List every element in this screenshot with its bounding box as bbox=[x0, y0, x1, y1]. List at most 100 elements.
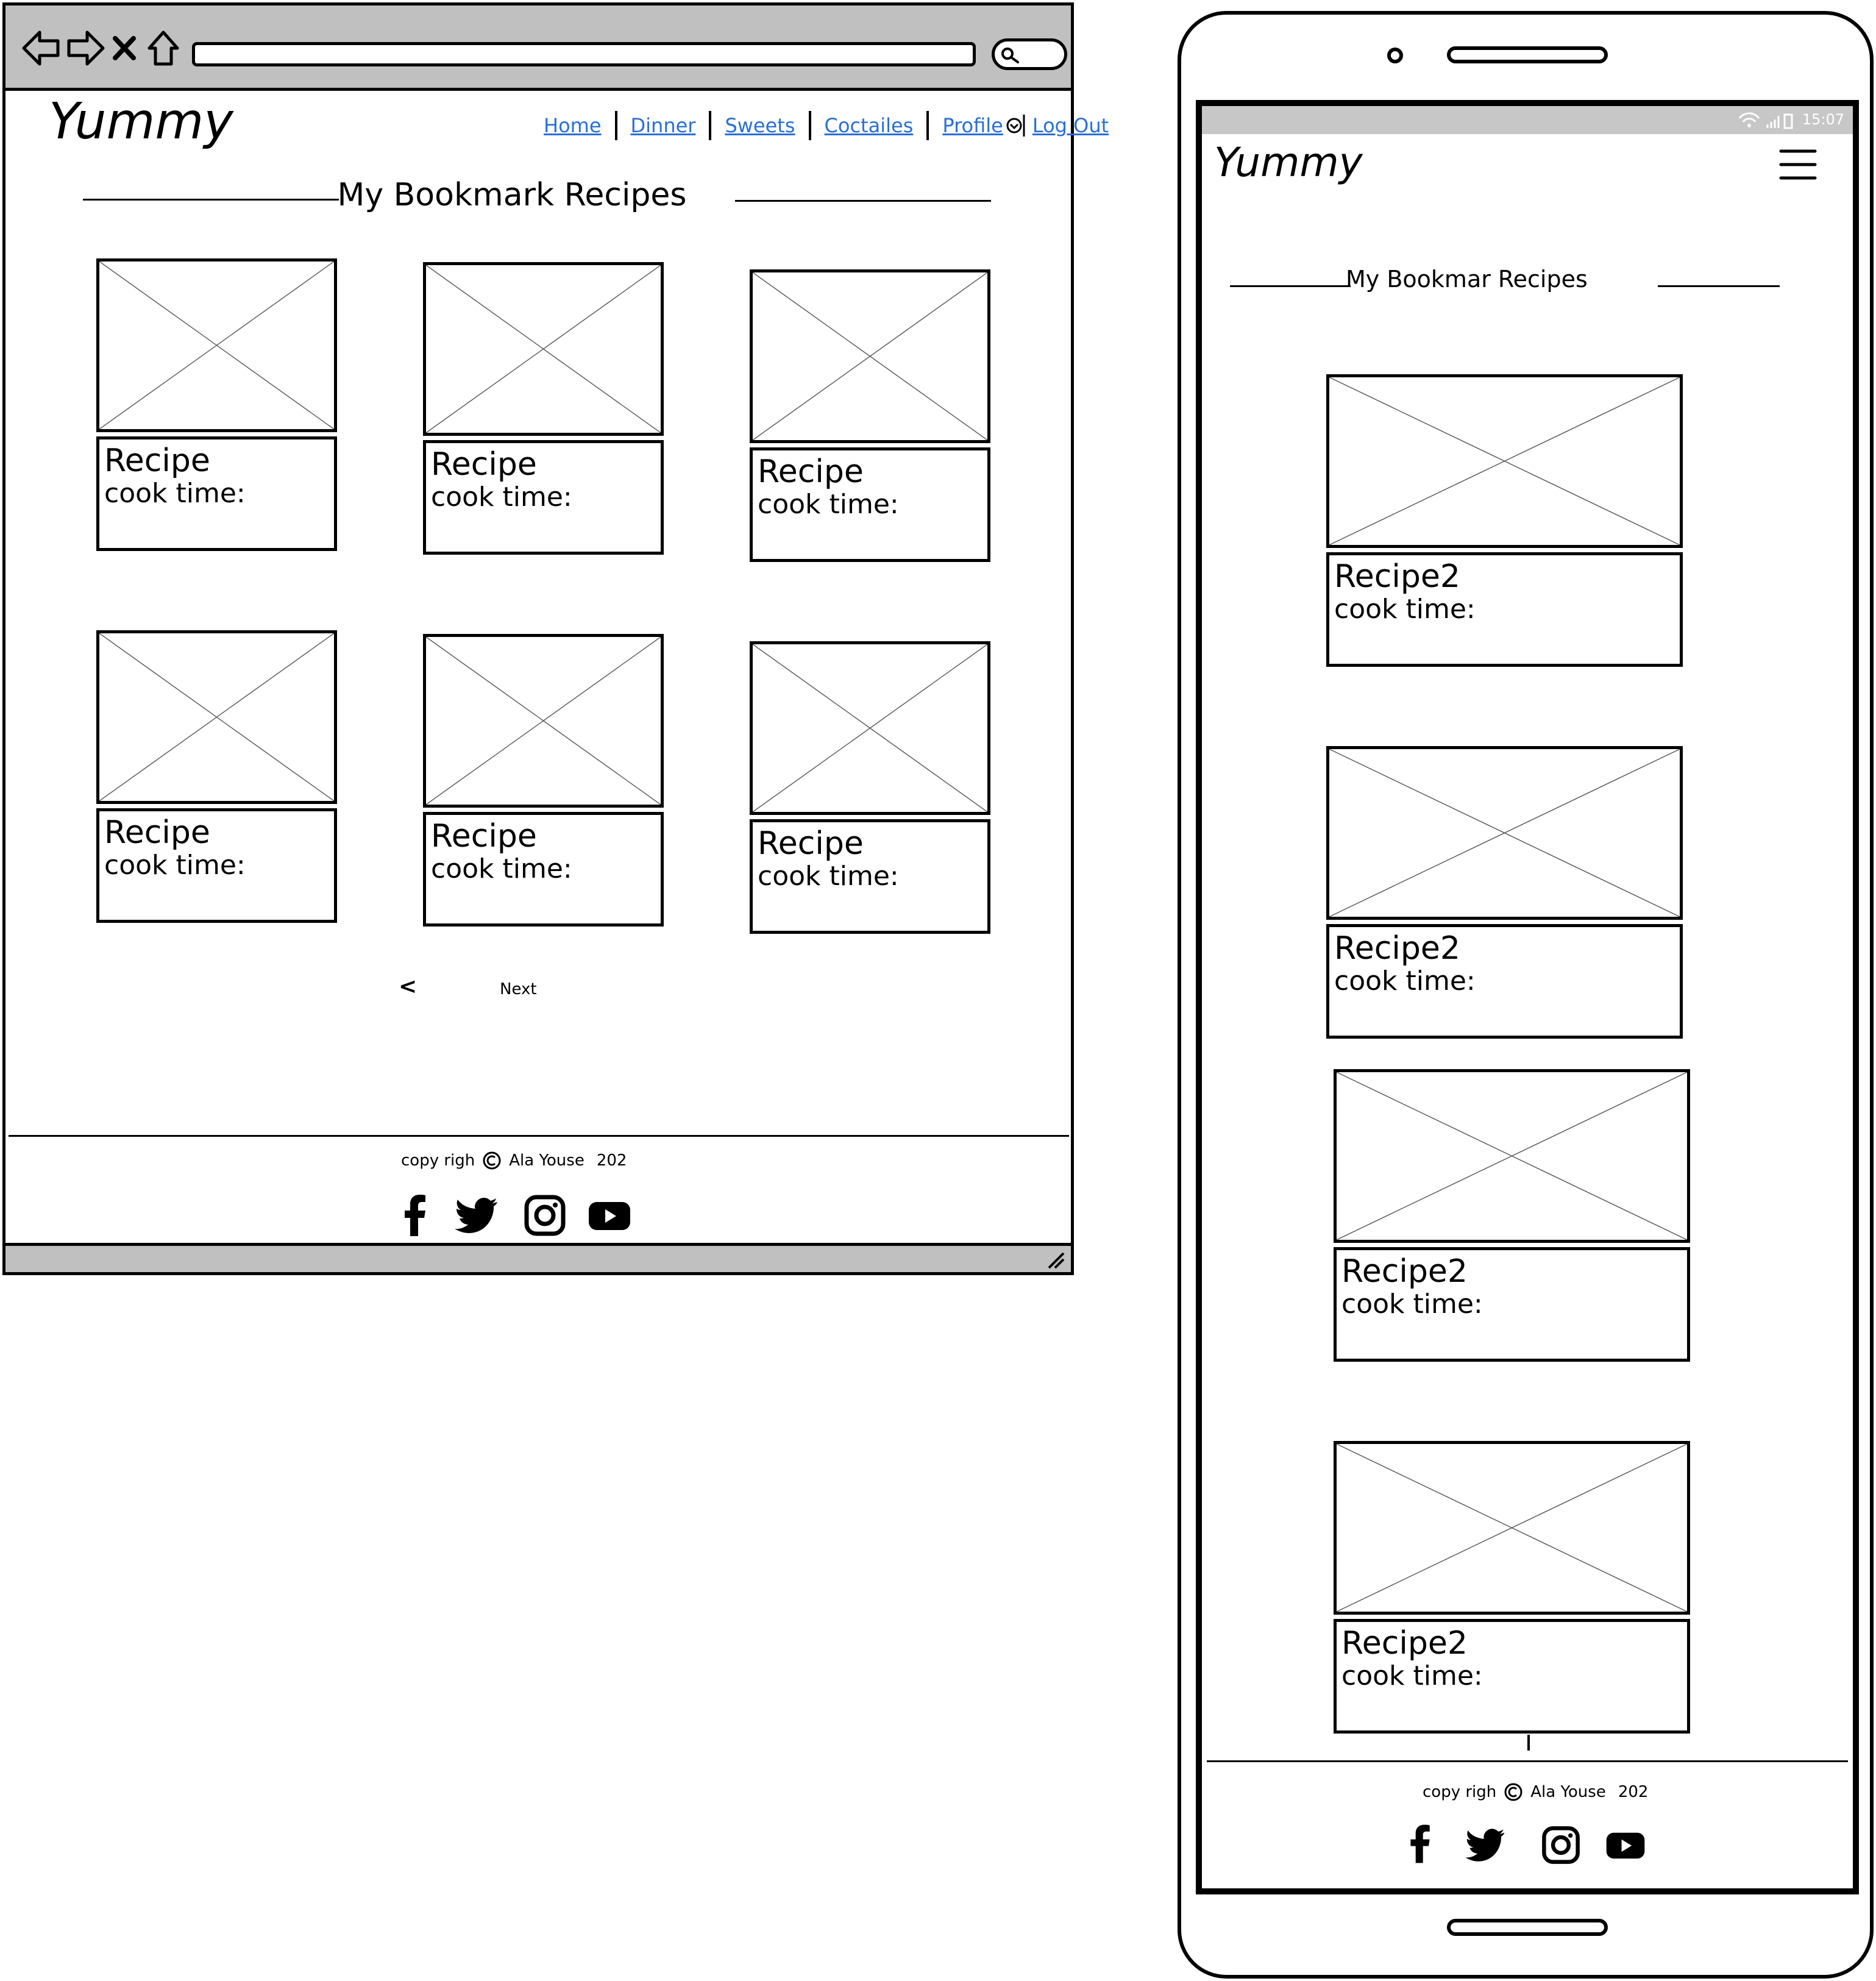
page-title: My Bookmark Recipes bbox=[337, 177, 687, 213]
recipe-card[interactable]: Recipe cook time: bbox=[96, 630, 337, 923]
facebook-icon[interactable] bbox=[1399, 1823, 1442, 1865]
recipe-cook-time: cook time: bbox=[1341, 1289, 1483, 1320]
copyright-author: Ala Youse bbox=[1530, 1783, 1606, 1801]
mobile-footer-divider bbox=[1207, 1760, 1848, 1762]
browser-search-field[interactable] bbox=[992, 38, 1067, 70]
footer-divider bbox=[9, 1135, 1069, 1137]
nav-log-out[interactable]: Log Out bbox=[1026, 114, 1122, 137]
recipe-card-body: Recipe cook time: bbox=[423, 440, 664, 555]
twitter-icon[interactable] bbox=[1465, 1824, 1508, 1866]
mobile-footer-copyright: copy righ Ala Youse 202 bbox=[1423, 1782, 1648, 1802]
recipe-card-body: Recipe cook time: bbox=[750, 447, 990, 562]
copyright-year: 202 bbox=[596, 1151, 627, 1170]
browser-toolbar bbox=[5, 5, 1071, 91]
recipe-title: Recipe bbox=[431, 818, 537, 855]
twitter-icon[interactable] bbox=[455, 1192, 501, 1239]
recipe-title: Recipe2 bbox=[1334, 558, 1460, 595]
recipe-title: Recipe2 bbox=[1334, 930, 1460, 967]
signal-icons bbox=[1738, 112, 1793, 129]
mobile-recipe-card[interactable]: Recipe2 cook time: bbox=[1334, 1069, 1690, 1362]
recipe-image-placeholder bbox=[1326, 746, 1683, 920]
recipe-image-placeholder bbox=[423, 262, 664, 436]
status-time: 15:07 bbox=[1802, 111, 1844, 128]
hamburger-menu-icon[interactable] bbox=[1778, 146, 1817, 183]
recipe-title: Recipe2 bbox=[1341, 1253, 1468, 1290]
recipe-card[interactable]: Recipe cook time: bbox=[423, 634, 664, 926]
pager-next-button[interactable]: Next bbox=[500, 980, 537, 998]
youtube-icon[interactable] bbox=[1604, 1824, 1647, 1866]
forward-arrow-icon[interactable] bbox=[64, 24, 107, 73]
recipe-card-body: Recipe2 cook time: bbox=[1334, 1247, 1690, 1362]
recipe-image-placeholder bbox=[750, 269, 990, 443]
mobile-page-title: My Bookmar Recipes bbox=[1346, 266, 1588, 293]
recipe-image-placeholder bbox=[423, 634, 664, 808]
recipe-card-body: Recipe2 cook time: bbox=[1326, 924, 1683, 1039]
resize-grip-icon[interactable] bbox=[1045, 1250, 1066, 1270]
copyright-icon bbox=[483, 1151, 501, 1170]
recipe-title: Recipe2 bbox=[1341, 1625, 1468, 1662]
instagram-icon[interactable] bbox=[522, 1192, 568, 1239]
recipe-card-body: Recipe2 cook time: bbox=[1326, 552, 1683, 667]
back-arrow-icon[interactable] bbox=[20, 24, 63, 73]
recipe-title: Recipe bbox=[431, 446, 537, 483]
nav-home[interactable]: Home bbox=[530, 114, 615, 137]
recipe-image-placeholder bbox=[1334, 1441, 1690, 1615]
recipe-image-placeholder bbox=[96, 630, 337, 804]
facebook-icon[interactable] bbox=[393, 1192, 439, 1239]
recipe-image-placeholder bbox=[1334, 1069, 1690, 1243]
recipe-card-body: Recipe cook time: bbox=[750, 819, 990, 934]
mobile-recipe-card[interactable]: Recipe2 cook time: bbox=[1334, 1441, 1690, 1734]
recipe-cook-time: cook time: bbox=[104, 478, 246, 509]
recipe-card-body: Recipe cook time: bbox=[423, 812, 664, 926]
youtube-icon[interactable] bbox=[586, 1192, 633, 1239]
text-cursor-mark bbox=[1527, 1735, 1530, 1751]
browser-status-bar bbox=[5, 1243, 1071, 1272]
phone-camera bbox=[1387, 48, 1403, 63]
nav-coctailes[interactable]: Coctailes bbox=[811, 114, 927, 137]
copyright-label: copy righ bbox=[1423, 1783, 1497, 1801]
site-logo[interactable]: Yummy bbox=[49, 93, 233, 151]
copyright-label: copy righ bbox=[401, 1151, 475, 1170]
recipe-title: Recipe bbox=[758, 453, 864, 490]
recipe-card-body: Recipe cook time: bbox=[96, 436, 337, 551]
phone-speaker bbox=[1447, 46, 1608, 63]
recipe-card-body: Recipe2 cook time: bbox=[1334, 1619, 1690, 1734]
recipe-image-placeholder bbox=[1326, 374, 1683, 548]
copyright-author: Ala Youse bbox=[509, 1151, 584, 1170]
search-icon bbox=[1001, 48, 1019, 63]
cursor-pointer-icon bbox=[1006, 115, 1025, 137]
instagram-icon[interactable] bbox=[1540, 1824, 1582, 1866]
pager-prev-button[interactable]: < bbox=[399, 974, 429, 1011]
recipe-card[interactable]: Recipe cook time: bbox=[423, 262, 664, 555]
url-bar[interactable] bbox=[192, 42, 976, 66]
close-icon[interactable] bbox=[109, 24, 140, 73]
home-icon[interactable] bbox=[142, 24, 185, 73]
recipe-cook-time: cook time: bbox=[1341, 1660, 1483, 1691]
mobile-site-logo[interactable]: Yummy bbox=[1214, 139, 1363, 186]
mobile-title-rule-right bbox=[1658, 285, 1780, 287]
nav-profile[interactable]: Profile bbox=[929, 114, 1006, 137]
mobile-title-rule-left bbox=[1230, 285, 1351, 287]
phone-home-button[interactable] bbox=[1447, 1919, 1608, 1936]
recipe-card-body: Recipe cook time: bbox=[96, 808, 337, 923]
recipe-cook-time: cook time: bbox=[758, 489, 899, 520]
copyright-year: 202 bbox=[1618, 1783, 1649, 1801]
recipe-image-placeholder bbox=[750, 641, 990, 815]
recipe-title: Recipe bbox=[758, 825, 864, 862]
recipe-title: Recipe bbox=[104, 814, 210, 851]
mobile-recipe-card[interactable]: Recipe2 cook time: bbox=[1326, 746, 1683, 1039]
recipe-card[interactable]: Recipe cook time: bbox=[750, 269, 990, 562]
mobile-status-bar: 15:07 bbox=[1202, 106, 1853, 134]
recipe-title: Recipe bbox=[104, 443, 210, 479]
recipe-cook-time: cook time: bbox=[758, 861, 899, 892]
recipe-card[interactable]: Recipe cook time: bbox=[750, 641, 990, 934]
nav-sweets[interactable]: Sweets bbox=[711, 114, 808, 137]
footer-copyright: copy righ Ala Youse 202 bbox=[401, 1151, 627, 1170]
recipe-cook-time: cook time: bbox=[431, 482, 572, 513]
mobile-recipe-card[interactable]: Recipe2 cook time: bbox=[1326, 374, 1683, 667]
main-nav: Home Dinner Sweets Coctailes Profile Log… bbox=[530, 106, 1122, 145]
recipe-image-placeholder bbox=[96, 258, 337, 432]
recipe-card[interactable]: Recipe cook time: bbox=[96, 258, 337, 551]
nav-dinner[interactable]: Dinner bbox=[617, 114, 709, 137]
recipe-cook-time: cook time: bbox=[104, 850, 246, 881]
